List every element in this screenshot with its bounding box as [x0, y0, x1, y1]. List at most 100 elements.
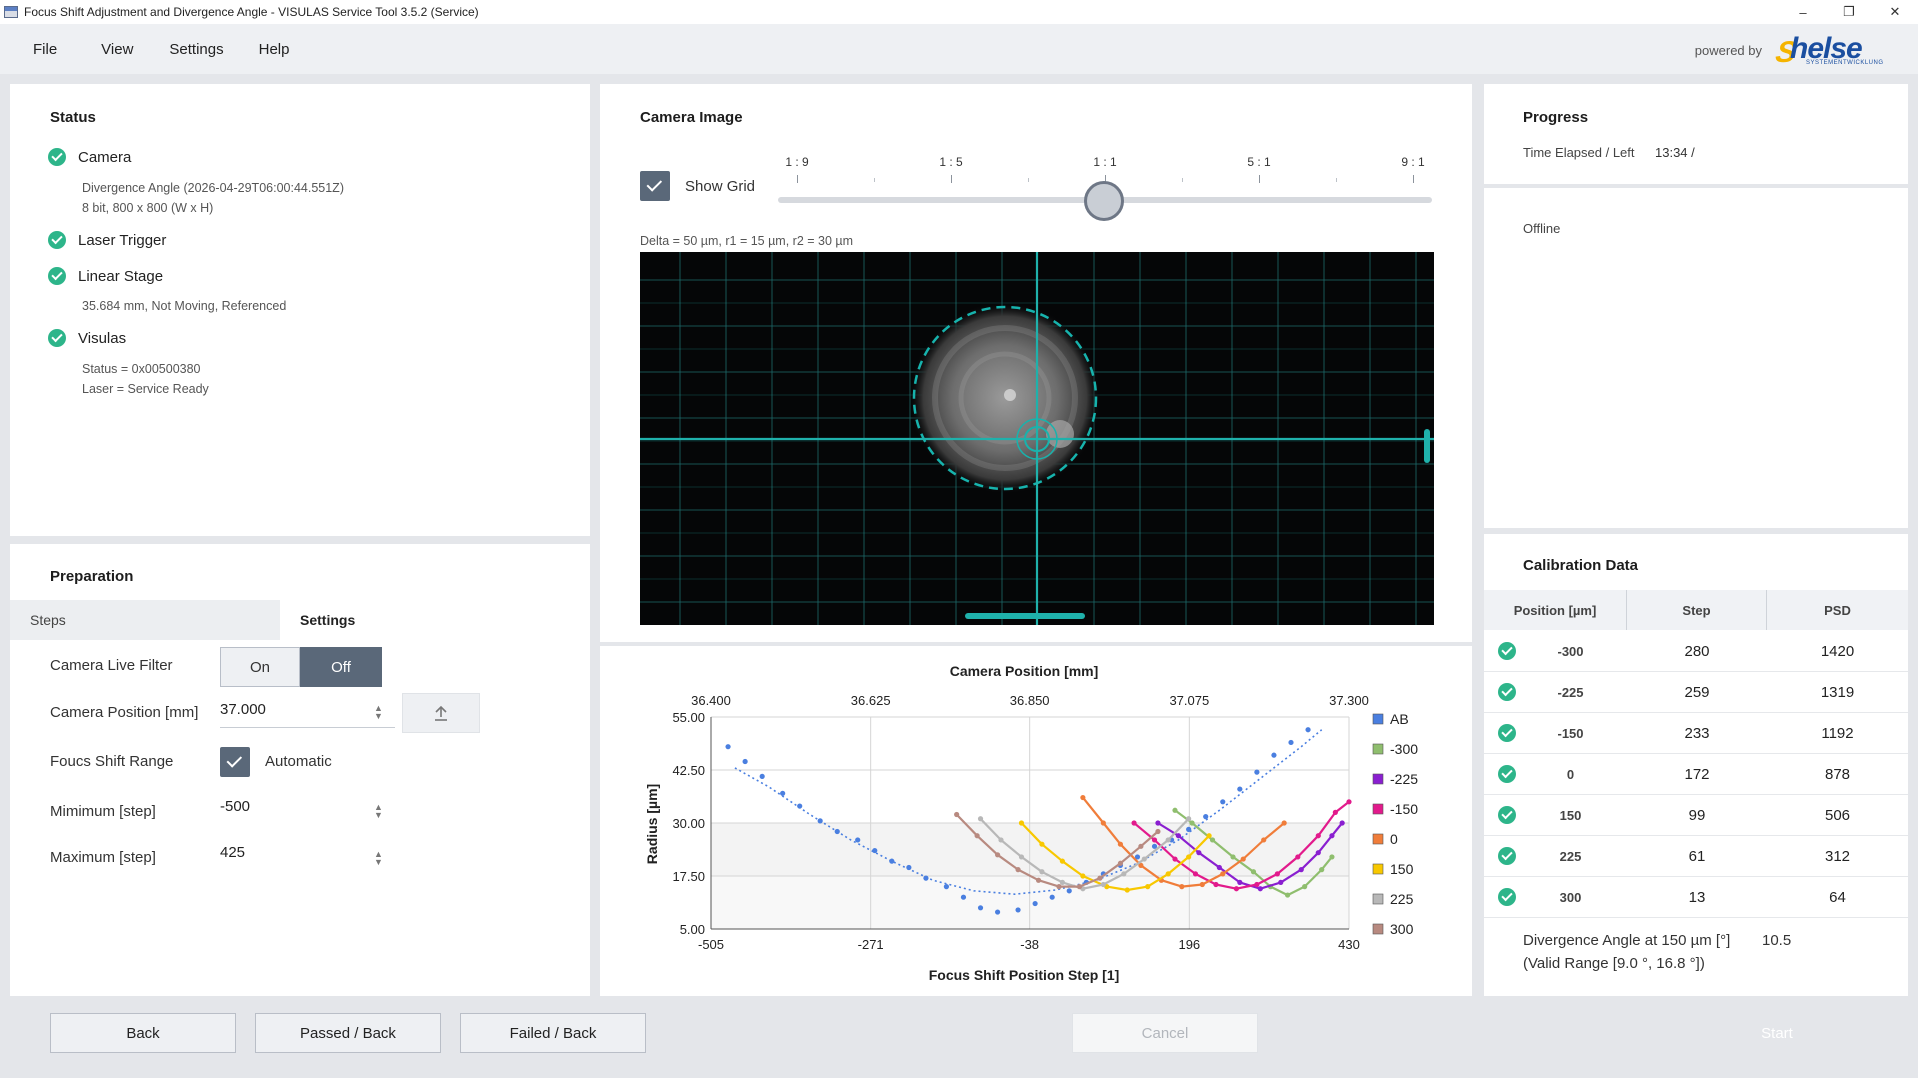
cancel-button[interactable]: Cancel: [1072, 1013, 1258, 1053]
legend-swatch: [1372, 893, 1384, 905]
data-point: [1189, 820, 1195, 826]
cell-psd: 1319: [1820, 684, 1855, 701]
data-point: [1254, 769, 1260, 775]
failed-back-button[interactable]: Failed / Back: [460, 1013, 646, 1053]
status-camera: Camera: [48, 148, 131, 166]
data-point: [889, 858, 895, 864]
menu-view[interactable]: View: [101, 41, 133, 58]
start-button[interactable]: Start: [1684, 1013, 1870, 1053]
camera-view[interactable]: [640, 252, 1434, 625]
automatic-checkbox[interactable]: [220, 747, 250, 777]
table-row[interactable]: 0 172 878: [1484, 754, 1908, 795]
data-point: [1199, 881, 1205, 888]
status-linear-stage-detail: 35.684 mm, Not Moving, Referenced: [82, 299, 287, 313]
data-point: [1339, 820, 1345, 826]
camera-image-title: Camera Image: [640, 109, 743, 126]
y-tick-label: 42.50: [672, 763, 705, 778]
camera-position-input[interactable]: 37.000: [220, 698, 395, 728]
data-point: [1216, 864, 1222, 871]
data-point: [1121, 871, 1127, 877]
tab-settings[interactable]: Settings: [280, 600, 590, 640]
data-point: [1155, 828, 1161, 835]
zoom-tick-label: 1 : 9: [785, 155, 809, 169]
menu-help[interactable]: Help: [259, 41, 290, 58]
data-point: [1203, 814, 1209, 820]
data-point: [780, 790, 786, 796]
data-point: [1039, 841, 1045, 847]
zoom-tick-label: 5 : 1: [1247, 155, 1271, 169]
camera-position-stepper[interactable]: ▲ ▼: [374, 704, 383, 721]
data-point: [1179, 884, 1185, 890]
time-elapsed-label: Time Elapsed / Left: [1523, 145, 1635, 160]
data-point: [1278, 879, 1284, 885]
cell-position: 225: [1559, 849, 1582, 864]
back-button[interactable]: Back: [50, 1013, 236, 1053]
chart-ylabel: Radius [µm]: [644, 784, 660, 864]
minimum-stepper[interactable]: ▲ ▼: [374, 803, 383, 820]
column-step[interactable]: Step: [1627, 590, 1767, 630]
legend-swatch: [1372, 743, 1384, 755]
table-row[interactable]: -225 259 1319: [1484, 672, 1908, 713]
upload-button[interactable]: [402, 693, 480, 733]
maximum-label: Maximum [step]: [50, 849, 156, 866]
data-point: [1220, 871, 1226, 877]
column-position[interactable]: Position [µm]: [1484, 590, 1627, 630]
y-tick-label: 30.00: [672, 816, 705, 831]
data-point: [1206, 833, 1212, 839]
data-point: [1175, 833, 1182, 839]
x-tick-label: -271: [858, 937, 884, 952]
maximize-button[interactable]: ❐: [1826, 0, 1872, 24]
data-point: [1192, 871, 1199, 877]
data-point: [1261, 837, 1267, 843]
tab-steps[interactable]: Steps: [10, 600, 280, 640]
legend-label: 300: [1390, 921, 1414, 937]
data-point: [1274, 871, 1280, 877]
check-icon: [1498, 806, 1516, 824]
check-icon: [1498, 642, 1516, 660]
table-row[interactable]: 150 99 506: [1484, 795, 1908, 836]
cell-position: 0: [1566, 767, 1575, 782]
data-point: [1237, 879, 1243, 885]
data-point: [1151, 837, 1158, 843]
zoom-slider-handle[interactable]: [1084, 181, 1124, 221]
progress-panel: [1484, 84, 1908, 184]
maximum-input[interactable]: 425: [220, 841, 395, 871]
legend-swatch: [1372, 923, 1384, 935]
menu-settings[interactable]: Settings: [169, 41, 223, 58]
table-row[interactable]: -300 280 1420: [1484, 631, 1908, 672]
preparation-title: Preparation: [50, 568, 134, 585]
data-point: [1196, 850, 1202, 856]
data-point: [1240, 856, 1246, 862]
passed-back-button[interactable]: Passed / Back: [255, 1013, 441, 1053]
data-point: [1329, 854, 1335, 860]
maximum-stepper[interactable]: ▲ ▼: [374, 850, 383, 867]
minimize-button[interactable]: –: [1780, 0, 1826, 24]
data-point: [759, 773, 765, 779]
time-elapsed-value: 13:34 /: [1655, 145, 1695, 160]
show-grid-checkbox[interactable]: [640, 171, 670, 201]
menu-file[interactable]: File: [33, 41, 57, 58]
table-row[interactable]: -150 233 1192: [1484, 713, 1908, 754]
table-row[interactable]: 300 13 64: [1484, 877, 1908, 918]
live-filter-off-button[interactable]: Off: [300, 647, 382, 687]
cell-step: 280: [1684, 643, 1710, 660]
data-point: [923, 875, 929, 881]
column-psd[interactable]: PSD: [1767, 590, 1908, 630]
data-point: [954, 811, 960, 818]
data-point: [1186, 816, 1192, 822]
calibration-title: Calibration Data: [1523, 557, 1639, 574]
legend-label: AB: [1390, 711, 1409, 727]
live-filter-on-button[interactable]: On: [220, 647, 300, 687]
status-camera-detail-2: 8 bit, 800 x 800 (W x H): [82, 201, 214, 215]
table-row[interactable]: 225 61 312: [1484, 836, 1908, 877]
legend-swatch: [1372, 863, 1384, 875]
close-button[interactable]: ✕: [1872, 0, 1918, 24]
upload-icon: [435, 705, 447, 721]
data-point: [1271, 752, 1277, 758]
cell-step: 233: [1684, 725, 1710, 742]
x-tick-label: 196: [1178, 937, 1200, 952]
check-icon: [1498, 847, 1516, 865]
minimum-input[interactable]: -500: [220, 795, 395, 825]
title-bar: Focus Shift Adjustment and Divergence An…: [0, 0, 1918, 24]
data-point: [1015, 907, 1021, 913]
